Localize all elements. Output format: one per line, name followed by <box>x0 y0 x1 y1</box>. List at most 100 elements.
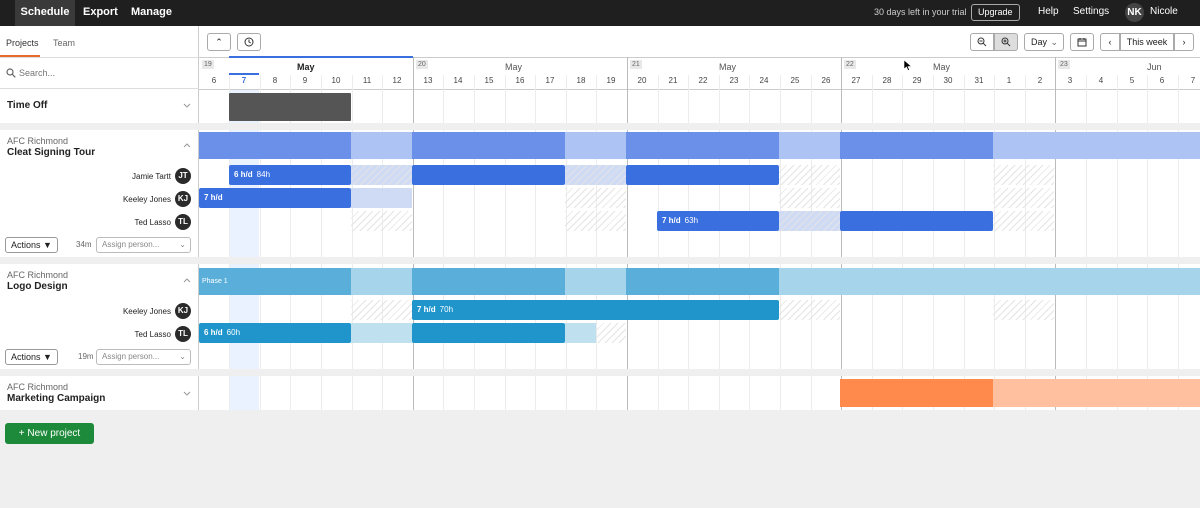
chevron-down-icon[interactable] <box>183 103 191 109</box>
previous-week-button[interactable]: ‹ <box>1100 33 1120 51</box>
double-chevron-up-icon: ⌃ <box>215 37 223 47</box>
project-summary-bar[interactable] <box>840 132 993 159</box>
person-name: Ted Lasso <box>134 218 171 227</box>
day-header: 12 <box>392 76 402 85</box>
user-name[interactable]: Nicole <box>1150 6 1178 17</box>
project-title[interactable]: Marketing Campaign <box>7 393 105 404</box>
day-header: 10 <box>331 76 341 85</box>
view-mode-select[interactable]: Day ⌄ <box>1024 33 1064 51</box>
zoom-in-button[interactable] <box>994 33 1018 51</box>
week-number: 23 <box>1058 60 1070 69</box>
project-summary-bar[interactable] <box>993 379 1200 407</box>
phase-bar[interactable] <box>565 268 626 295</box>
project-summary-bar[interactable] <box>840 379 993 407</box>
project-summary-bar[interactable] <box>565 132 626 159</box>
weekend-continuation <box>351 165 412 185</box>
assignment-tail <box>565 323 596 343</box>
collapse-all-button[interactable]: ⌃ <box>207 33 231 51</box>
day-header: 31 <box>974 76 984 85</box>
actions-dropdown[interactable]: Actions ▼ <box>5 349 58 365</box>
time-off-block[interactable] <box>229 93 351 121</box>
assign-person-select[interactable]: Assign person... ⌄ <box>96 237 191 253</box>
phase-bar[interactable] <box>779 268 1200 295</box>
person-avatar[interactable]: KJ <box>175 191 191 207</box>
weekend-hatch <box>565 188 626 208</box>
day-header: 29 <box>912 76 922 85</box>
phase-bar[interactable] <box>626 268 779 295</box>
chevron-down-icon[interactable] <box>183 391 191 397</box>
assignment-bar[interactable] <box>412 165 565 185</box>
day-header: 26 <box>821 76 831 85</box>
person-avatar[interactable]: TL <box>175 214 191 230</box>
project-summary-bar[interactable] <box>412 132 565 159</box>
chevron-up-icon[interactable] <box>183 142 191 148</box>
calendar-button[interactable] <box>1070 33 1094 51</box>
zoom-out-button[interactable] <box>970 33 994 51</box>
assignment-bar[interactable] <box>840 211 993 231</box>
project-summary-bar[interactable] <box>199 132 351 159</box>
weekend-hatch <box>993 211 1054 231</box>
day-header: 17 <box>545 76 555 85</box>
assign-placeholder: Assign person... <box>102 240 160 249</box>
clock-button[interactable] <box>237 33 261 51</box>
day-header: 1 <box>1006 76 1012 85</box>
tab-team[interactable]: Team <box>53 38 75 48</box>
project-summary-bar[interactable] <box>779 132 840 159</box>
nav-tab-export[interactable]: Export <box>83 0 118 26</box>
assignment-bar[interactable] <box>626 165 779 185</box>
plus-icon: + <box>18 428 25 439</box>
assignment-bar[interactable] <box>412 323 565 343</box>
weekend-hatch <box>779 188 840 208</box>
month-label: May <box>505 62 523 72</box>
phase-bar[interactable]: Phase 1 <box>199 268 351 295</box>
assignment-total-hours: 60h <box>226 328 241 337</box>
this-week-button[interactable]: This week <box>1120 33 1174 51</box>
schedule-grid[interactable]: ⌃ Day ⌄ ‹ This week › 19 May 20 May 21 May 22 Ma… <box>199 26 1200 410</box>
search-input[interactable] <box>19 66 189 80</box>
assignment-bar[interactable]: 7 h/d 70h <box>412 300 779 320</box>
day-header: 24 <box>759 76 769 85</box>
day-header: 6 <box>211 76 217 85</box>
assignment-bar[interactable]: 6 h/d 84h <box>229 165 351 185</box>
person-name: Ted Lasso <box>134 330 171 339</box>
actions-dropdown[interactable]: Actions ▼ <box>5 237 58 253</box>
chevron-up-icon[interactable] <box>183 277 191 283</box>
project-summary-bar[interactable] <box>993 132 1200 159</box>
next-week-button[interactable]: › <box>1174 33 1194 51</box>
help-link[interactable]: Help <box>1038 6 1059 17</box>
week-divider <box>627 57 628 410</box>
project-title[interactable]: Logo Design <box>7 281 68 292</box>
chevron-down-icon: ⌄ <box>179 352 186 361</box>
week-divider <box>1055 57 1056 410</box>
project-summary-bar[interactable] <box>351 132 412 159</box>
weekend-hatch <box>993 300 1054 320</box>
day-header: 2 <box>1037 76 1043 85</box>
new-project-button[interactable]: + New project <box>5 423 94 444</box>
search-icon <box>6 68 16 78</box>
assign-person-select[interactable]: Assign person... ⌄ <box>96 349 191 365</box>
weekend-hatch <box>565 211 626 231</box>
person-avatar[interactable]: TL <box>175 326 191 342</box>
nav-tab-manage[interactable]: Manage <box>131 0 172 26</box>
tab-projects[interactable]: Projects <box>6 38 39 48</box>
assignment-bar[interactable]: 7 h/d 63h <box>657 211 779 231</box>
person-avatar[interactable]: JT <box>175 168 191 184</box>
project-title[interactable]: Cleat Signing Tour <box>7 147 95 158</box>
assignment-bar[interactable]: 7 h/d <box>199 188 351 208</box>
phase-label: Phase 1 <box>202 278 228 285</box>
section-divider <box>199 123 1200 130</box>
user-avatar[interactable]: NK <box>1125 3 1144 22</box>
nav-tab-schedule[interactable]: Schedule <box>15 0 75 26</box>
upgrade-button[interactable]: Upgrade <box>971 4 1020 21</box>
section-divider <box>0 123 199 130</box>
phase-bar[interactable] <box>412 268 565 295</box>
month-label: May <box>933 62 951 72</box>
weekend-hatch <box>351 300 412 320</box>
assignment-bar[interactable]: 6 h/d 60h <box>199 323 351 343</box>
settings-link[interactable]: Settings <box>1073 6 1109 17</box>
person-avatar[interactable]: KJ <box>175 303 191 319</box>
phase-bar[interactable] <box>351 268 412 295</box>
chevron-down-icon: ▼ <box>43 352 52 362</box>
chevron-left-icon: ‹ <box>1108 37 1112 47</box>
project-summary-bar[interactable] <box>626 132 779 159</box>
